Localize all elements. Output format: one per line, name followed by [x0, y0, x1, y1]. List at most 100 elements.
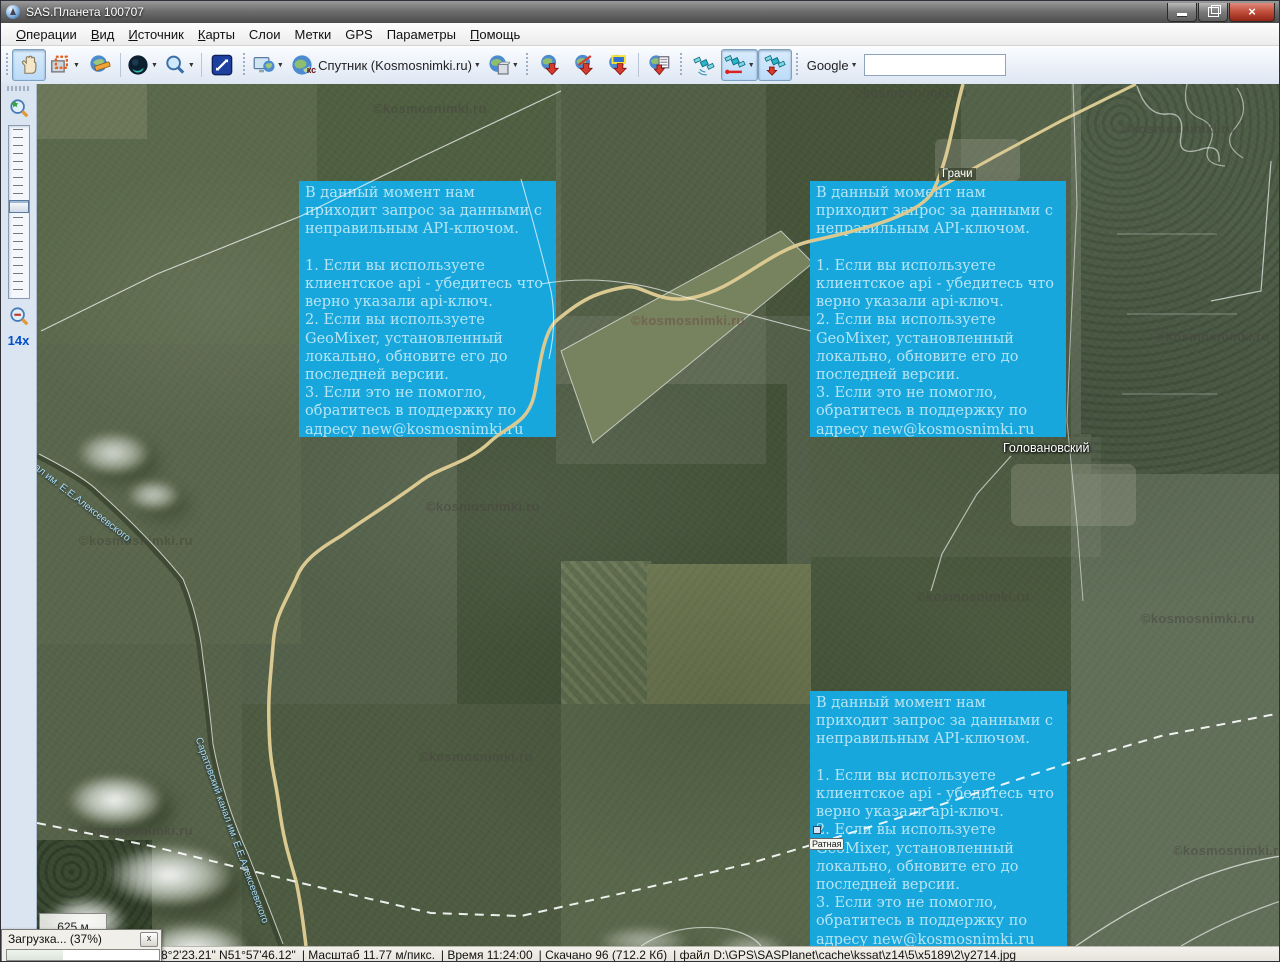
- map-watermark: ©kosmosnimki.ru: [631, 313, 745, 328]
- gps-connect-button[interactable]: [687, 49, 721, 81]
- restore-button[interactable]: [1198, 3, 1228, 22]
- map-watermark: ©kosmosnimki.ru: [1156, 329, 1270, 344]
- search-input[interactable]: [864, 54, 1006, 76]
- map-watermark: ©kosmosnimki.ru: [1141, 611, 1255, 626]
- map-watermark: ©kosmosnimki.ru: [1121, 121, 1235, 136]
- status-coordinates: 8°2'23.21" N51°57'46.12": [161, 948, 296, 962]
- main-toolbar: ▼ ▼ ▼ ▼ кс Спутник (Kosmosnimki.ru) ▼: [1, 46, 1279, 85]
- window-titlebar[interactable]: SAS.Планета 100707 ×: [1, 1, 1279, 23]
- error-tile: В данный момент нам приходит запрос за д…: [810, 691, 1067, 946]
- fullscreen-button[interactable]: ▼: [124, 49, 161, 81]
- error-tile-message: В данный момент нам приходит запрос за д…: [816, 694, 1064, 946]
- window-title: SAS.Планета 100707: [26, 5, 144, 19]
- menu-operations[interactable]: Операции: [9, 25, 84, 44]
- loading-progress-bar: [6, 949, 160, 961]
- selection-icon: [49, 54, 71, 76]
- menu-gps[interactable]: GPS: [338, 25, 379, 44]
- toolbar-grip[interactable]: [525, 53, 530, 77]
- status-scale: | Масштаб 11.77 м/пикс.: [302, 948, 435, 962]
- close-button[interactable]: ×: [1229, 3, 1275, 22]
- download-region-button[interactable]: [601, 49, 635, 81]
- toolbar-grip[interactable]: [679, 53, 684, 77]
- menu-layers[interactable]: Слои: [242, 25, 288, 44]
- pan-button[interactable]: [12, 49, 46, 81]
- gps-track-button[interactable]: ▼: [721, 49, 758, 81]
- toolbar-grip[interactable]: [242, 53, 247, 77]
- map-source-label: Спутник (Kosmosnimki.ru): [318, 58, 472, 73]
- search-provider-label[interactable]: Google: [807, 58, 849, 73]
- loading-popup: Загрузка... (37%) x: [1, 929, 162, 962]
- menu-help[interactable]: Помощь: [463, 25, 527, 44]
- error-tile-message: В данный момент нам приходит запрос за д…: [305, 184, 553, 437]
- dropdown-caret-icon[interactable]: ▼: [851, 62, 858, 69]
- map-watermark: ©kosmosnimki.ru: [426, 499, 540, 514]
- dropdown-caret-icon[interactable]: ▼: [188, 62, 195, 69]
- status-bar: 8°2'23.21" N51°57'46.12" | Масштаб 11.77…: [1, 946, 1279, 962]
- cloud: [67, 774, 162, 826]
- village-label: Грачи: [939, 168, 976, 180]
- download-selection-button[interactable]: [533, 49, 567, 81]
- toolbar-grip[interactable]: [4, 53, 9, 77]
- selection-manager-button[interactable]: ▼: [46, 49, 83, 81]
- measure-distance-button[interactable]: [83, 49, 117, 81]
- loading-label: Загрузка... (37%): [8, 932, 140, 946]
- map-watermark: ©kosmosnimki.ru: [419, 749, 533, 764]
- map-watermark: ©kosmosnimki.ru: [79, 533, 193, 548]
- dropdown-caret-icon[interactable]: ▼: [748, 62, 755, 69]
- download-list-icon: [648, 54, 670, 76]
- magnifier-icon: [164, 54, 186, 76]
- download-globe-icon: [539, 54, 561, 76]
- zoom-out-icon[interactable]: [8, 305, 30, 327]
- cloud: [77, 432, 149, 474]
- error-tile: В данный момент нам приходит запрос за д…: [299, 181, 556, 437]
- menu-view[interactable]: Вид: [84, 25, 122, 44]
- map-source-selector[interactable]: кс Спутник (Kosmosnimki.ru) ▼: [287, 50, 485, 80]
- menu-maps[interactable]: Карты: [191, 25, 242, 44]
- screen-globe-icon: [253, 54, 275, 76]
- status-downloaded: | Скачано 96 (712.2 Кб): [539, 948, 668, 962]
- menu-bar: Операции Вид Источник Карты Слои Метки G…: [1, 23, 1279, 46]
- globe-cube-icon: [488, 54, 510, 76]
- application-window: SAS.Планета 100707 × Операции Вид Источн…: [0, 0, 1280, 962]
- dropdown-caret-icon[interactable]: ▼: [151, 62, 158, 69]
- loading-close-button[interactable]: x: [140, 932, 158, 947]
- layers-globe-button[interactable]: ▼: [485, 49, 522, 81]
- menu-settings[interactable]: Параметры: [380, 25, 463, 44]
- error-tile-message: В данный момент нам приходит запрос за д…: [816, 184, 1064, 437]
- zoom-slider-handle[interactable]: [9, 200, 29, 213]
- zoom-level-label: 14x: [1, 333, 36, 348]
- dropdown-caret-icon[interactable]: ▼: [277, 62, 284, 69]
- map-watermark: ©kosmosnimki.ru: [916, 589, 1030, 604]
- zoom-in-icon[interactable]: [8, 97, 30, 119]
- menu-placemarks[interactable]: Метки: [288, 25, 339, 44]
- cloud: [127, 480, 179, 510]
- zoom-sidebar: 14x: [1, 84, 37, 946]
- map-watermark: ©kosmosnimki.ru: [79, 823, 193, 838]
- download-polygon-icon: [573, 54, 595, 76]
- map-watermark: ©kosmosnimki.ru: [1173, 843, 1280, 858]
- download-list-button[interactable]: [642, 49, 676, 81]
- mini-map-button[interactable]: ▼: [250, 49, 287, 81]
- source-badge: кс: [307, 65, 316, 75]
- fit-to-screen-icon: [211, 54, 233, 76]
- pan-hand-icon: [18, 54, 40, 76]
- download-polygon-button[interactable]: [567, 49, 601, 81]
- map-canvas[interactable]: ©kosmosnimki.ru ©kosmosnimki.ru ©kosmosn…: [37, 84, 1280, 946]
- minimize-button[interactable]: [1167, 3, 1197, 22]
- placemark-label[interactable]: Ратная: [809, 834, 844, 852]
- restore-icon: [1208, 7, 1219, 17]
- menu-source[interactable]: Источник: [121, 25, 191, 44]
- gps-track-icon: [724, 54, 746, 76]
- zoom-slider[interactable]: [8, 125, 30, 299]
- download-region-icon: [607, 54, 629, 76]
- dropdown-caret-icon[interactable]: ▼: [512, 62, 519, 69]
- gps-follow-button[interactable]: [758, 49, 792, 81]
- fit-to-screen-button[interactable]: [205, 49, 239, 81]
- toolbar-grip[interactable]: [795, 53, 800, 77]
- dropdown-caret-icon[interactable]: ▼: [73, 62, 80, 69]
- zoom-tool-button[interactable]: ▼: [161, 49, 198, 81]
- fullscreen-globe-icon: [127, 54, 149, 76]
- sidebar-grip[interactable]: [7, 86, 30, 91]
- dropdown-caret-icon[interactable]: ▼: [474, 62, 481, 69]
- measure-distance-icon: [89, 54, 111, 76]
